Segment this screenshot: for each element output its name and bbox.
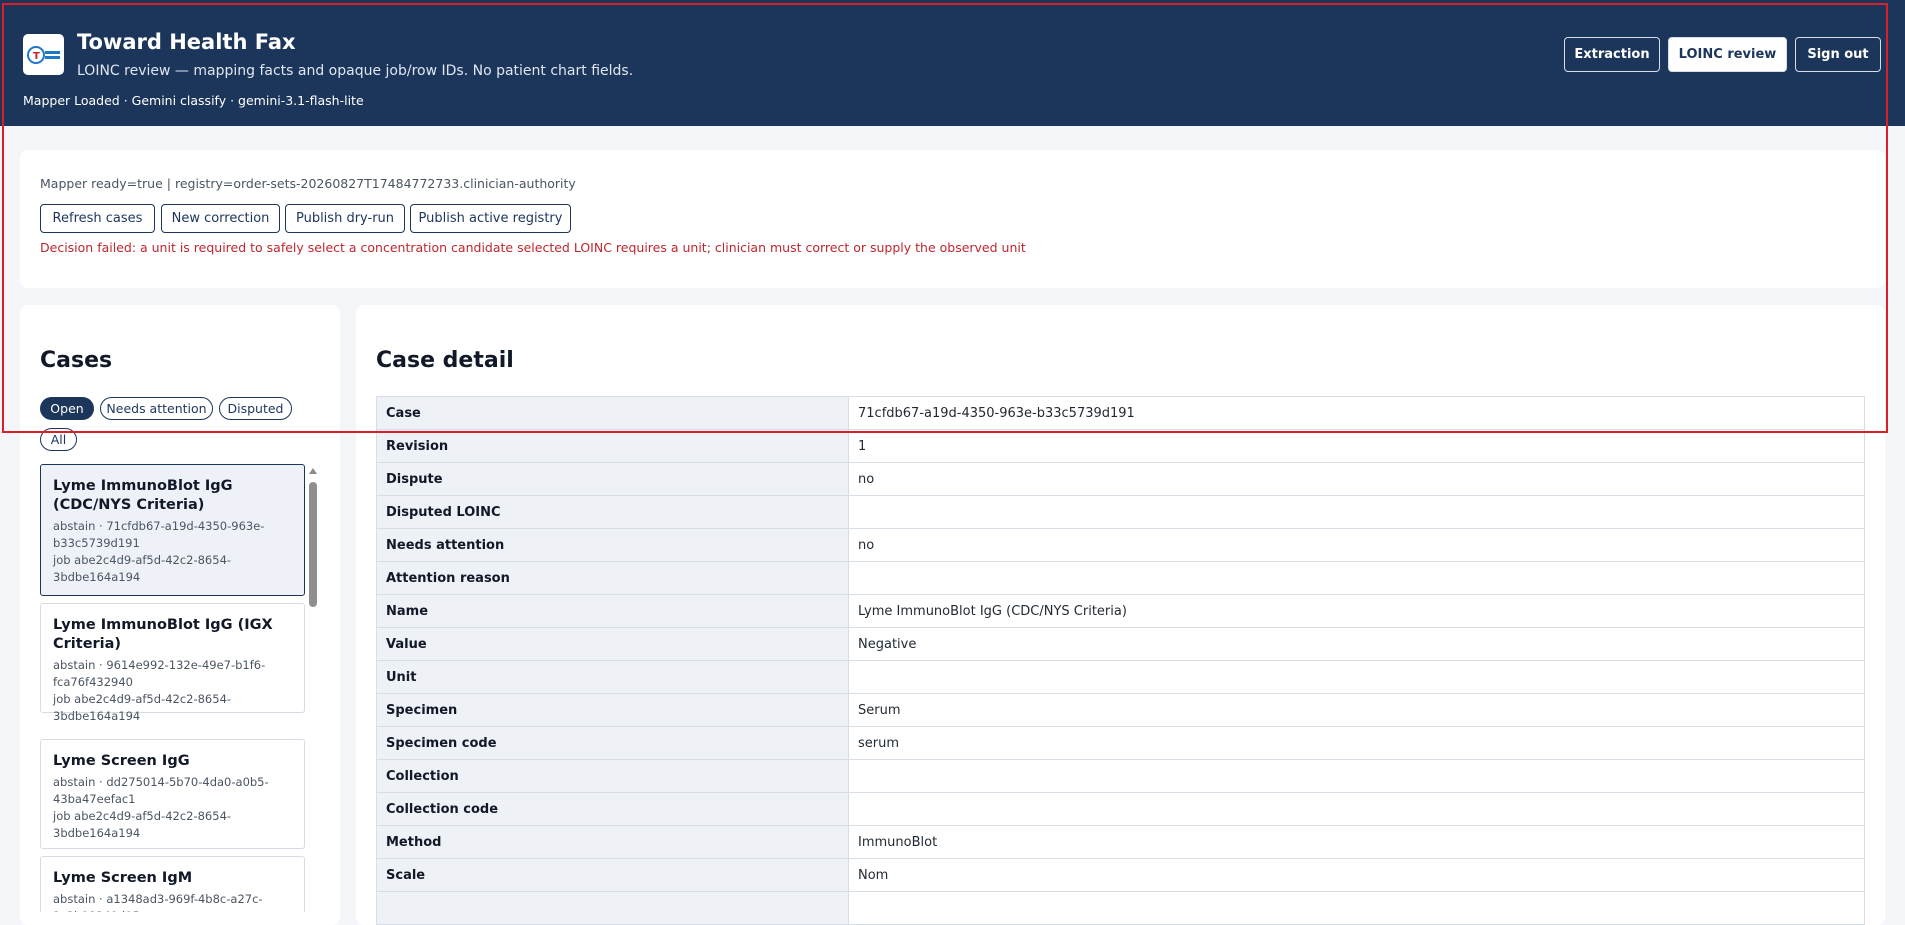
case-list: Lyme ImmunoBlot IgG (CDC/NYS Criteria) a… <box>40 463 305 912</box>
case-job: job abe2c4d9-af5d-42c2-8654-3bdbe164a194 <box>53 553 232 584</box>
detail-key: Dispute <box>376 462 849 496</box>
detail-key: Attention reason <box>376 561 849 595</box>
case-list-item[interactable]: Lyme ImmunoBlot IgG (CDC/NYS Criteria) a… <box>40 464 305 596</box>
detail-row-next <box>376 891 1865 925</box>
detail-row-method: Method ImmunoBlot <box>376 825 1865 859</box>
detail-row-needs-attention: Needs attention no <box>376 528 1865 562</box>
case-list-item[interactable]: Lyme Screen IgM abstain · a1348ad3-969f-… <box>40 856 305 912</box>
case-meta: abstain · 71cfdb67-a19d-4350-963e-b33c57… <box>53 519 265 550</box>
detail-key: Method <box>376 825 849 859</box>
case-list-scrollbar[interactable] <box>308 465 318 912</box>
new-correction-button[interactable]: New correction <box>161 204 280 233</box>
app-subtitle: LOINC review — mapping facts and opaque … <box>77 63 634 79</box>
detail-key: Unit <box>376 660 849 694</box>
detail-key: Needs attention <box>376 528 849 562</box>
case-name: Lyme ImmunoBlot IgG (IGX Criteria) <box>53 617 273 652</box>
refresh-cases-button[interactable]: Refresh cases <box>40 204 155 233</box>
mapper-status-line: Mapper Loaded · Gemini classify · gemini… <box>23 93 364 108</box>
detail-key: Scale <box>376 858 849 892</box>
svg-text:T: T <box>33 51 40 62</box>
detail-row-revision: Revision 1 <box>376 429 1865 463</box>
extraction-nav-button[interactable]: Extraction <box>1564 37 1660 72</box>
toward-health-logo: T <box>23 34 64 75</box>
detail-value <box>848 759 1865 793</box>
case-meta: abstain · a1348ad3-969f-4b8c-a27c-1c3b08… <box>53 892 263 912</box>
detail-row-value: Value Negative <box>376 627 1865 661</box>
detail-key: Specimen code <box>376 726 849 760</box>
detail-row-specimen: Specimen Serum <box>376 693 1865 727</box>
detail-key: Revision <box>376 429 849 463</box>
detail-key: Disputed LOINC <box>376 495 849 529</box>
detail-value: ImmunoBlot <box>848 825 1865 859</box>
detail-value: Lyme ImmunoBlot IgG (CDC/NYS Criteria) <box>848 594 1865 628</box>
detail-value: 1 <box>848 429 1865 463</box>
scrollbar-thumb[interactable] <box>309 482 317 607</box>
detail-key: Case <box>376 396 849 430</box>
case-meta: abstain · dd275014-5b70-4da0-a0b5-43ba47… <box>53 775 269 806</box>
case-detail-table: Case 71cfdb67-a19d-4350-963e-b33c5739d191… <box>376 396 1865 925</box>
case-job: job abe2c4d9-af5d-42c2-8654-3bdbe164a194 <box>53 692 232 723</box>
mapper-registry-info: Mapper ready=true | registry=order-sets-… <box>40 176 576 191</box>
detail-row-dispute: Dispute no <box>376 462 1865 496</box>
case-job: job abe2c4d9-af5d-42c2-8654-3bdbe164a194 <box>53 809 232 840</box>
detail-value <box>848 660 1865 694</box>
detail-key: Name <box>376 594 849 628</box>
detail-value: Nom <box>848 858 1865 892</box>
detail-key <box>376 891 849 925</box>
detail-value: 71cfdb67-a19d-4350-963e-b33c5739d191 <box>848 396 1865 430</box>
detail-row-disputed-loinc: Disputed LOINC <box>376 495 1865 529</box>
decision-error-message: Decision failed: a unit is required to s… <box>40 240 1026 255</box>
detail-row-case: Case 71cfdb67-a19d-4350-963e-b33c5739d191 <box>376 396 1865 430</box>
detail-value <box>848 561 1865 595</box>
detail-value <box>848 891 1865 925</box>
app-header: T Toward Health Fax LOINC review — mappi… <box>0 0 1905 126</box>
case-name: Lyme Screen IgG <box>53 753 190 769</box>
detail-row-specimen-code: Specimen code serum <box>376 726 1865 760</box>
publish-dry-run-button[interactable]: Publish dry-run <box>285 204 405 233</box>
detail-row-collection: Collection <box>376 759 1865 793</box>
detail-value: no <box>848 462 1865 496</box>
app-title: Toward Health Fax <box>77 30 296 54</box>
detail-row-name: Name Lyme ImmunoBlot IgG (CDC/NYS Criteri… <box>376 594 1865 628</box>
cases-heading: Cases <box>40 348 113 373</box>
detail-row-unit: Unit <box>376 660 1865 694</box>
detail-value <box>848 792 1865 826</box>
detail-value <box>848 495 1865 529</box>
detail-row-collection-code: Collection code <box>376 792 1865 826</box>
detail-row-scale: Scale Nom <box>376 858 1865 892</box>
detail-value: Negative <box>848 627 1865 661</box>
filter-needs-attention[interactable]: Needs attention <box>100 397 213 420</box>
detail-row-attention-reason: Attention reason <box>376 561 1865 595</box>
detail-key: Specimen <box>376 693 849 727</box>
case-detail-heading: Case detail <box>376 348 514 373</box>
detail-value: Serum <box>848 693 1865 727</box>
filter-all[interactable]: All <box>40 428 77 451</box>
loinc-review-nav-button[interactable]: LOINC review <box>1668 37 1787 72</box>
detail-key: Collection code <box>376 792 849 826</box>
filter-disputed[interactable]: Disputed <box>219 397 292 420</box>
detail-value: no <box>848 528 1865 562</box>
case-list-item[interactable]: Lyme ImmunoBlot IgG (IGX Criteria) absta… <box>40 603 305 723</box>
case-meta: abstain · 9614e992-132e-49e7-b1f6-fca76f… <box>53 658 266 689</box>
detail-key: Value <box>376 627 849 661</box>
case-list-item[interactable]: Lyme Screen IgG abstain · dd275014-5b70-… <box>40 739 305 849</box>
publish-active-registry-button[interactable]: Publish active registry <box>410 204 571 233</box>
detail-value: serum <box>848 726 1865 760</box>
case-name: Lyme ImmunoBlot IgG (CDC/NYS Criteria) <box>53 478 233 513</box>
sign-out-button[interactable]: Sign out <box>1795 37 1881 72</box>
detail-key: Collection <box>376 759 849 793</box>
filter-open[interactable]: Open <box>40 397 94 420</box>
case-name: Lyme Screen IgM <box>53 870 193 886</box>
scroll-up-arrow-icon[interactable] <box>309 468 317 474</box>
